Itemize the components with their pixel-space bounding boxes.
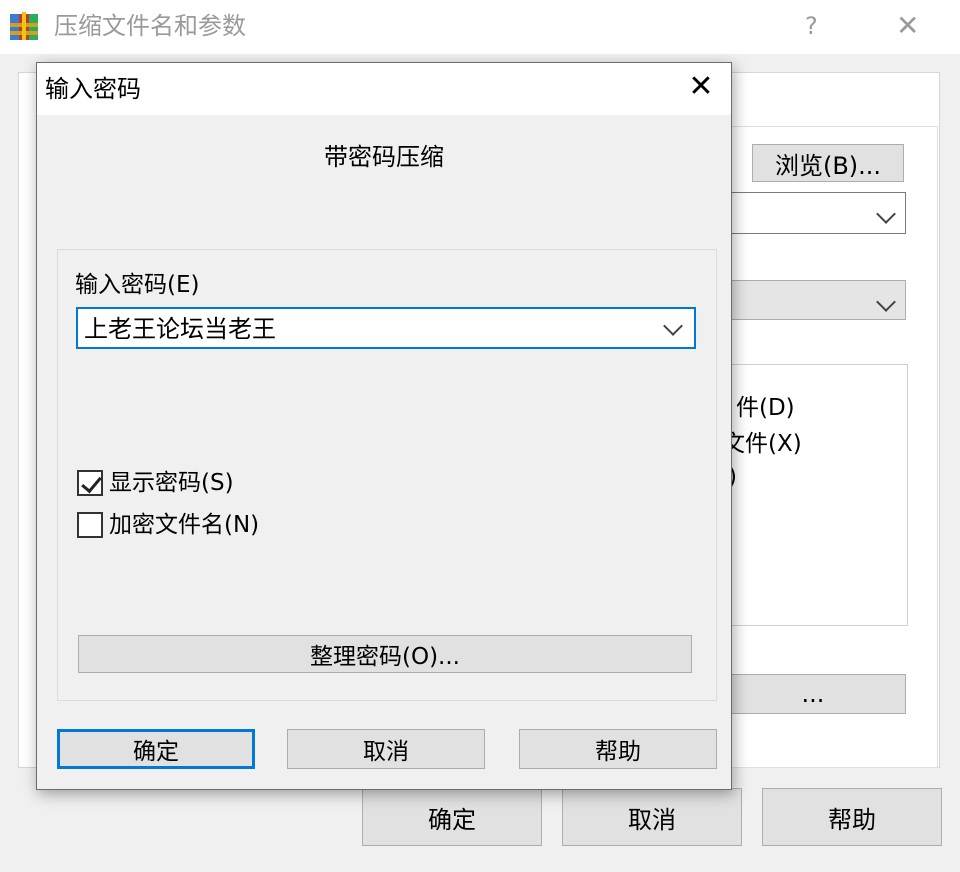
winrar-logo-icon: [10, 12, 38, 40]
parent-partial-button[interactable]: ...: [720, 674, 906, 714]
checkbox-box[interactable]: [77, 470, 103, 496]
password-label: 输入密码(E): [75, 272, 200, 298]
parent-help-label: 帮助: [828, 805, 876, 834]
parent-cancel-label: 取消: [628, 805, 676, 834]
encrypt-filenames-label: 加密文件名(N): [109, 512, 260, 538]
parent-titlebar: 压缩文件名和参数 ? ✕: [0, 0, 960, 54]
chevron-down-icon[interactable]: [663, 316, 683, 336]
parent-browse-label: 浏览(B)...: [774, 151, 882, 180]
parent-ok-button[interactable]: 确定: [362, 788, 542, 846]
parent-option-1[interactable]: 件(D): [736, 388, 795, 422]
parent-ok-label: 确定: [428, 805, 476, 834]
close-icon[interactable]: ✕: [685, 71, 717, 103]
dialog-heading: 带密码压缩: [324, 143, 444, 171]
dialog-title: 输入密码: [45, 75, 141, 103]
show-password-checkbox[interactable]: 显示密码(S): [77, 467, 234, 499]
help-button[interactable]: 帮助: [519, 729, 717, 769]
parent-partial-label: ...: [801, 680, 825, 708]
password-input[interactable]: 上老王论坛当老王: [76, 307, 696, 349]
checkmark-icon: [81, 471, 102, 494]
password-dialog: 输入密码 ✕ 带密码压缩 输入密码(E) 上老王论坛当老王 显示密码(S) 加密…: [36, 62, 732, 790]
parent-combo-1[interactable]: [720, 192, 906, 234]
password-value[interactable]: 上老王论坛当老王: [84, 313, 276, 345]
organize-passwords-label: 整理密码(O)...: [310, 644, 460, 670]
parent-option-2[interactable]: 文件(X): [722, 424, 802, 458]
show-password-label: 显示密码(S): [109, 470, 234, 496]
parent-help-icon[interactable]: ?: [805, 10, 818, 42]
parent-help-button[interactable]: 帮助: [762, 788, 942, 846]
parent-window-title: 压缩文件名和参数: [54, 12, 246, 40]
parent-browse-button[interactable]: 浏览(B)...: [752, 144, 904, 182]
ok-label: 确定: [133, 739, 179, 765]
encrypt-filenames-checkbox[interactable]: 加密文件名(N): [77, 509, 259, 541]
dialog-titlebar: 输入密码 ✕: [37, 63, 731, 115]
chevron-down-icon: [876, 204, 896, 224]
organize-passwords-button[interactable]: 整理密码(O)...: [78, 635, 692, 673]
cancel-button[interactable]: 取消: [287, 729, 485, 769]
cancel-label: 取消: [363, 739, 409, 765]
checkbox-box[interactable]: [77, 512, 103, 538]
help-label: 帮助: [595, 739, 641, 765]
parent-close-icon[interactable]: ✕: [896, 10, 919, 42]
ok-button[interactable]: 确定: [57, 729, 255, 769]
parent-cancel-button[interactable]: 取消: [562, 788, 742, 846]
parent-combo-2[interactable]: [720, 280, 906, 320]
chevron-down-icon: [876, 292, 896, 312]
